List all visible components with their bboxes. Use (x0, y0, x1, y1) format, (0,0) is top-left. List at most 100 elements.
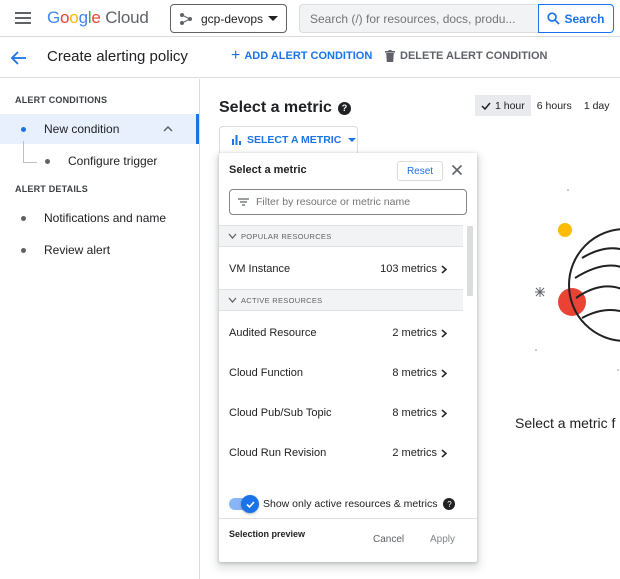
chevron-right-icon (441, 369, 447, 378)
sidebar-item-configure-trigger[interactable]: Configure trigger (0, 146, 199, 176)
add-alert-condition-label: ADD ALERT CONDITION (244, 50, 373, 62)
logo-cloud-text: Cloud (105, 8, 149, 27)
google-cloud-logo[interactable]: Google Cloud (47, 8, 149, 28)
chevron-down-icon (228, 233, 237, 239)
alert-details-heading: ALERT DETAILS (15, 184, 88, 194)
step-dot (21, 247, 26, 253)
globe (568, 228, 620, 342)
sidebar-item-label: Review alert (44, 243, 111, 257)
back-arrow-icon[interactable] (10, 49, 28, 67)
page-header: Create alerting policy + ADD ALERT CONDI… (0, 38, 620, 78)
project-picker[interactable]: gcp-devops (170, 4, 287, 33)
main-menu-icon[interactable] (15, 12, 31, 24)
section-title: Select a metric ? (219, 99, 351, 117)
time-option-1-hour[interactable]: 1 hour (475, 95, 531, 116)
chevron-right-icon (441, 265, 447, 274)
metric-count: 8 metrics (392, 367, 437, 379)
sidebar-item-review-alert[interactable]: Review alert (0, 235, 199, 265)
filter-icon (238, 198, 249, 206)
search-button[interactable]: Search (538, 4, 614, 33)
active-only-toggle[interactable] (229, 495, 259, 513)
logo-letter: g (78, 8, 88, 27)
delete-alert-condition-button[interactable]: DELETE ALERT CONDITION (385, 50, 547, 62)
yellow-dot (558, 223, 572, 237)
logo-letter: o (69, 8, 79, 27)
chevron-down-icon (268, 16, 278, 21)
help-icon[interactable]: ? (443, 498, 456, 510)
time-option-1-day[interactable]: 1 day (578, 95, 616, 116)
search-button-label: Search (564, 11, 605, 26)
plus-icon: + (231, 47, 241, 64)
select-metric-label: SELECT A METRIC (247, 134, 342, 146)
toggle-label: Show only active resources & metrics (263, 498, 438, 510)
add-alert-condition-button[interactable]: + ADD ALERT CONDITION (231, 47, 373, 64)
filter-input[interactable] (256, 196, 436, 208)
step-dot (21, 126, 26, 132)
step-dot (21, 215, 26, 221)
group-header-label: POPULAR RESOURCES (241, 231, 332, 241)
sidebar-item-label: New condition (44, 122, 120, 136)
sidebar-item-new-condition[interactable]: New condition (0, 114, 199, 144)
time-range-selector: 1 hour 6 hours 1 day (475, 95, 616, 116)
apply-button[interactable]: Apply (430, 534, 455, 545)
metric-count: 2 metrics (392, 447, 437, 459)
chevron-down-icon (228, 297, 237, 303)
popular-resources-header[interactable]: POPULAR RESOURCES (219, 225, 463, 247)
group-header-label: ACTIVE RESOURCES (241, 295, 323, 305)
resource-row-audited-resource[interactable]: Audited Resource 2 metrics (219, 318, 463, 348)
resource-row-vm-instance[interactable]: VM Instance 103 metrics (219, 254, 463, 284)
logo-letter: e (91, 8, 101, 27)
active-resources-header[interactable]: ACTIVE RESOURCES (219, 289, 463, 311)
help-icon[interactable]: ? (337, 101, 351, 115)
toggle-knob (241, 495, 259, 513)
search-box[interactable] (299, 4, 539, 33)
search-input[interactable] (310, 11, 529, 26)
resource-row-cloud-pubsub-topic[interactable]: Cloud Pub/Sub Topic 8 metrics (219, 398, 463, 428)
empty-state-message: Select a metric f (515, 415, 616, 431)
metric-count: 2 metrics (392, 327, 437, 339)
top-bar: Google Cloud gcp-devops Search (0, 0, 620, 37)
chevron-up-icon[interactable] (163, 124, 173, 134)
check-icon (481, 102, 491, 110)
chevron-down-icon (348, 138, 357, 142)
reset-button[interactable]: Reset (397, 161, 443, 181)
check-icon (245, 500, 255, 508)
bar-chart-icon (232, 135, 241, 145)
scrollbar[interactable] (467, 226, 473, 296)
chevron-right-icon (441, 449, 447, 458)
metric-count: 8 metrics (392, 407, 437, 419)
metric-count: 103 metrics (380, 263, 437, 275)
page-title: Create alerting policy (47, 48, 188, 65)
sidebar-item-label: Configure trigger (68, 154, 158, 168)
resource-name: Cloud Function (229, 367, 303, 379)
filter-field[interactable] (229, 189, 467, 215)
sidebar-item-notifications[interactable]: Notifications and name (0, 203, 199, 233)
resource-name: Cloud Pub/Sub Topic (229, 407, 332, 419)
resource-row-cloud-run-revision[interactable]: Cloud Run Revision 2 metrics (219, 438, 463, 468)
logo-letter: G (47, 8, 61, 27)
project-name: gcp-devops (201, 11, 264, 26)
time-option-6-hours[interactable]: 6 hours (531, 95, 578, 116)
delete-alert-condition-label: DELETE ALERT CONDITION (400, 50, 548, 62)
search-icon (547, 12, 561, 25)
section-title-text: Select a metric (219, 99, 332, 116)
logo-google-text: Google (47, 8, 101, 27)
resource-name: Cloud Run Revision (229, 447, 327, 459)
active-only-toggle-row: Show only active resources & metrics ? (229, 495, 469, 513)
cancel-button[interactable]: Cancel (373, 534, 404, 545)
divider (219, 518, 477, 519)
select-metric-button[interactable]: SELECT A METRIC (219, 126, 358, 153)
project-icon (180, 12, 192, 25)
close-icon[interactable] (451, 164, 463, 176)
resource-row-cloud-function[interactable]: Cloud Function 8 metrics (219, 358, 463, 388)
chevron-right-icon (441, 329, 447, 338)
time-option-label: 1 day (583, 99, 610, 112)
select-metric-panel: Select a metric Reset POPULAR RESOURCES … (219, 153, 477, 562)
empty-state-illustration (535, 189, 620, 371)
stepper-sidebar: ALERT CONDITIONS New condition Configure… (0, 79, 200, 579)
resource-name: Audited Resource (229, 327, 317, 339)
selection-preview-label: Selection preview (229, 529, 306, 539)
alert-conditions-heading: ALERT CONDITIONS (15, 95, 108, 105)
chevron-right-icon (441, 409, 447, 418)
panel-title: Select a metric (229, 164, 307, 176)
